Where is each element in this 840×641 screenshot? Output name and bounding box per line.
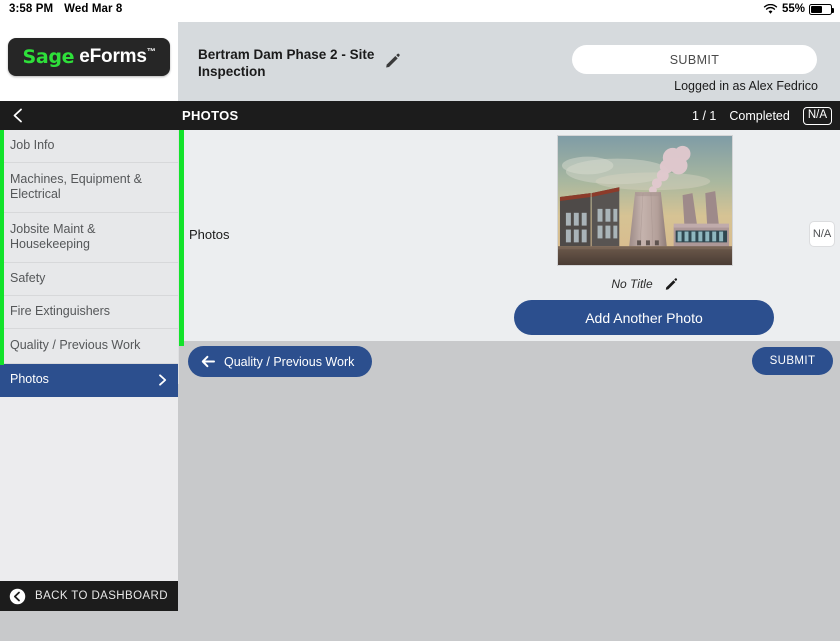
section-progress: 1 / 1 bbox=[692, 108, 717, 123]
logged-in-user-text: Logged in as Alex Fedrico bbox=[674, 79, 818, 93]
photo-title-text: No Title bbox=[611, 276, 653, 291]
chevron-left-icon[interactable] bbox=[10, 107, 26, 124]
status-date: Wed Mar 8 bbox=[64, 3, 123, 15]
chevron-right-icon bbox=[159, 374, 167, 386]
add-another-photo-label: Add Another Photo bbox=[585, 309, 703, 326]
section-bar-right: 1 / 1 Completed N/A bbox=[692, 101, 832, 130]
sidebar-item-label: Machines, Equipment & Electrical bbox=[10, 172, 143, 201]
sidebar-item-label: Safety bbox=[10, 271, 46, 285]
logo-trademark: ™ bbox=[146, 46, 156, 57]
sidebar-item-label: Photos bbox=[10, 372, 49, 386]
photo-thumbnail[interactable] bbox=[557, 135, 733, 266]
pencil-icon[interactable] bbox=[384, 51, 402, 69]
photo-caption-row: No Title bbox=[557, 276, 733, 291]
sidebar-item-label: Fire Extinguishers bbox=[10, 304, 111, 318]
sidebar-item-quality-previous-work[interactable]: Quality / Previous Work bbox=[0, 329, 178, 364]
logo-eforms-text: eForms™ bbox=[79, 46, 156, 67]
content-background-lower bbox=[178, 384, 840, 641]
page-title: Bertram Dam Phase 2 - Site Inspection bbox=[198, 47, 375, 79]
sidebar-item-label: Job Info bbox=[10, 138, 55, 152]
battery-percent-label: 55% bbox=[781, 3, 805, 15]
sidebar-item-job-info[interactable]: Job Info bbox=[0, 130, 178, 163]
sage-eforms-logo: Sage eForms™ bbox=[8, 38, 170, 76]
photos-na-label: N/A bbox=[812, 228, 832, 240]
sidebar-item-jobsite-maint-housekeeping[interactable]: Jobsite Maint & Housekeeping bbox=[0, 213, 178, 263]
submit-button-footer-label: SUBMIT bbox=[769, 355, 816, 367]
section-completed-label: Completed bbox=[729, 108, 790, 123]
photo-image bbox=[558, 136, 732, 265]
section-title: PHOTOS bbox=[182, 108, 239, 123]
back-to-dashboard-button[interactable]: BACK TO DASHBOARD bbox=[0, 581, 178, 611]
sidebar-accent-rail-left bbox=[0, 130, 4, 346]
submit-button-footer[interactable]: SUBMIT bbox=[752, 347, 833, 375]
add-another-photo-button[interactable]: Add Another Photo bbox=[514, 300, 774, 335]
back-circle-icon bbox=[9, 588, 26, 604]
sidebar-item-label: Quality / Previous Work bbox=[10, 338, 141, 352]
submit-button-header-label: SUBMIT bbox=[669, 52, 720, 67]
logo-sage-text: Sage bbox=[22, 46, 75, 68]
header-left-panel: Sage eForms™ bbox=[0, 22, 178, 101]
status-bar-right: 55% bbox=[763, 3, 835, 15]
app-root: 3:58 PM Wed Mar 8 55% Sage eForms™ Bertra… bbox=[0, 0, 840, 641]
photos-field-label: Photos bbox=[189, 227, 230, 242]
status-bar: 3:58 PM Wed Mar 8 55% bbox=[0, 0, 840, 22]
back-to-dashboard-label: BACK TO DASHBOARD bbox=[35, 590, 168, 602]
photos-content-panel: Photos No Title Add Another Photo N/A bbox=[184, 130, 840, 341]
wifi-icon bbox=[763, 3, 778, 14]
sidebar: Job Info Machines, Equipment & Electrical… bbox=[0, 130, 178, 611]
sidebar-item-fire-extinguishers[interactable]: Fire Extinguishers bbox=[0, 296, 178, 329]
section-na-button[interactable]: N/A bbox=[802, 106, 832, 125]
section-bar: PHOTOS 1 / 1 Completed N/A bbox=[0, 101, 840, 130]
status-bar-left: 3:58 PM Wed Mar 8 bbox=[9, 3, 122, 15]
sidebar-accent-rail-selected bbox=[0, 346, 4, 365]
sidebar-item-photos[interactable]: Photos bbox=[0, 364, 178, 397]
sidebar-item-safety[interactable]: Safety bbox=[0, 263, 178, 296]
battery-icon bbox=[809, 3, 835, 15]
status-time: 3:58 PM bbox=[9, 3, 54, 15]
previous-section-button[interactable]: Quality / Previous Work bbox=[188, 346, 373, 377]
form-nav-bar: Quality / Previous Work SUBMIT bbox=[184, 341, 840, 384]
header-right-panel: Bertram Dam Phase 2 - Site Inspection SU… bbox=[178, 22, 840, 101]
sidebar-item-machines-equipment-electrical[interactable]: Machines, Equipment & Electrical bbox=[0, 163, 178, 213]
submit-button-header[interactable]: SUBMIT bbox=[572, 45, 817, 74]
arrow-left-icon bbox=[201, 355, 215, 368]
previous-section-label: Quality / Previous Work bbox=[224, 354, 355, 369]
pencil-icon[interactable] bbox=[664, 276, 679, 291]
sidebar-item-label: Jobsite Maint & Housekeeping bbox=[10, 222, 96, 251]
sidebar-nav-list: Job Info Machines, Equipment & Electrical… bbox=[0, 130, 178, 397]
photos-na-button[interactable]: N/A bbox=[809, 221, 835, 247]
